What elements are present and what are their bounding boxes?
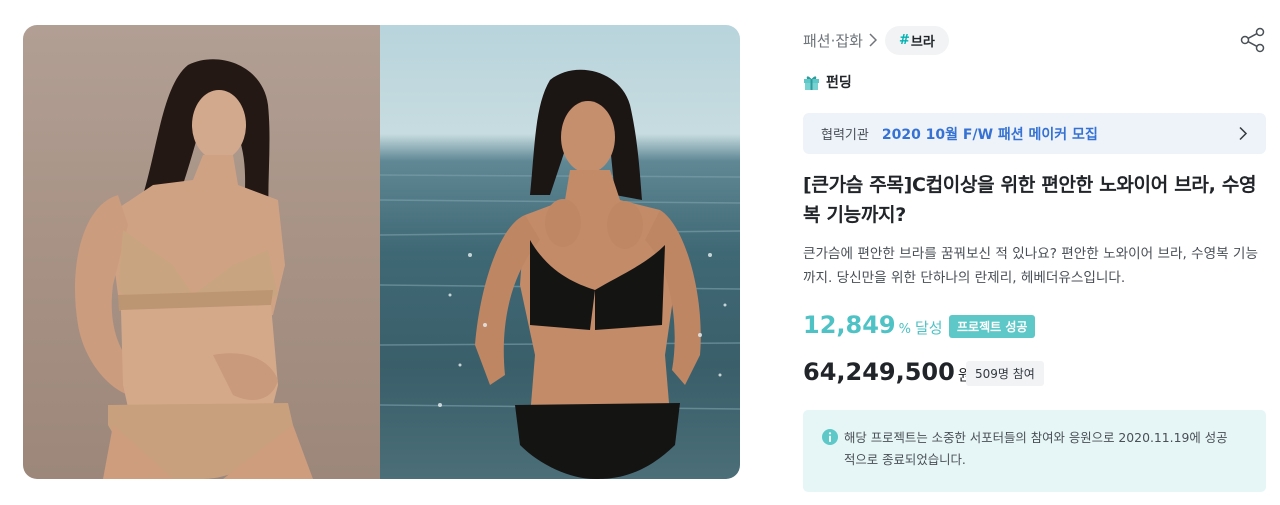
project-title: [큰가슴 주목]C컵이상을 위한 편안한 노와이어 브라, 수영복 기능까지? <box>803 174 1257 226</box>
achievement-number: 12,849 <box>803 311 896 339</box>
funded-amount: 64,249,500 원 <box>803 358 972 386</box>
info-icon <box>822 429 838 445</box>
funding-type: 펀딩 <box>803 72 852 92</box>
tag-label: 브라 <box>910 34 935 50</box>
amount-value: 64,249,500 <box>803 358 955 386</box>
partner-label: 협력기관 <box>821 128 869 143</box>
tag-chip[interactable]: # 브라 <box>884 25 949 55</box>
achievement-percent: % <box>898 322 911 337</box>
chevron-right-icon <box>869 33 877 47</box>
backers-count: 509명 참여 <box>966 361 1044 386</box>
model-illustration-left <box>74 59 313 479</box>
chevron-right-icon <box>1239 126 1248 141</box>
partner-link[interactable]: 2020 10월 F/W 패션 메이커 모집 <box>882 124 1098 144</box>
breadcrumb-category[interactable]: 패션·잡화 <box>803 30 863 51</box>
funding-label: 펀딩 <box>826 75 852 91</box>
notice-text: 해당 프로젝트는 소중한 서포터들의 참여와 응원으로 2020.11.19에 … <box>844 430 1228 467</box>
partner-banner[interactable]: 협력기관 2020 10월 F/W 패션 메이커 모집 <box>803 113 1266 154</box>
hash-symbol: # <box>898 32 910 48</box>
hero-photo-beige-lingerie <box>23 25 380 479</box>
gift-icon <box>804 75 819 90</box>
completion-notice: 해당 프로젝트는 소중한 서포터들의 참여와 응원으로 2020.11.19에 … <box>803 410 1266 492</box>
success-badge: 프로젝트 성공 <box>949 315 1036 338</box>
achievement-rate: 12,849 % 달성 <box>803 311 943 339</box>
project-hero-image[interactable] <box>23 25 740 479</box>
achievement-label: 달성 <box>914 319 943 337</box>
share-icon[interactable] <box>1240 27 1266 53</box>
breadcrumb: 패션·잡화 # 브라 <box>803 25 1266 55</box>
hero-photo-black-swimwear-sea <box>380 25 740 479</box>
model-illustration-right <box>380 69 740 479</box>
project-info-panel: 패션·잡화 # 브라 펀딩 협력기관 2020 10월 F/W 패션 메이커 모집… <box>803 25 1266 492</box>
project-description: 큰가슴에 편안한 브라를 꿈꿔보신 적 있나요? 편안한 노와이어 브라, 수영… <box>803 246 1258 286</box>
